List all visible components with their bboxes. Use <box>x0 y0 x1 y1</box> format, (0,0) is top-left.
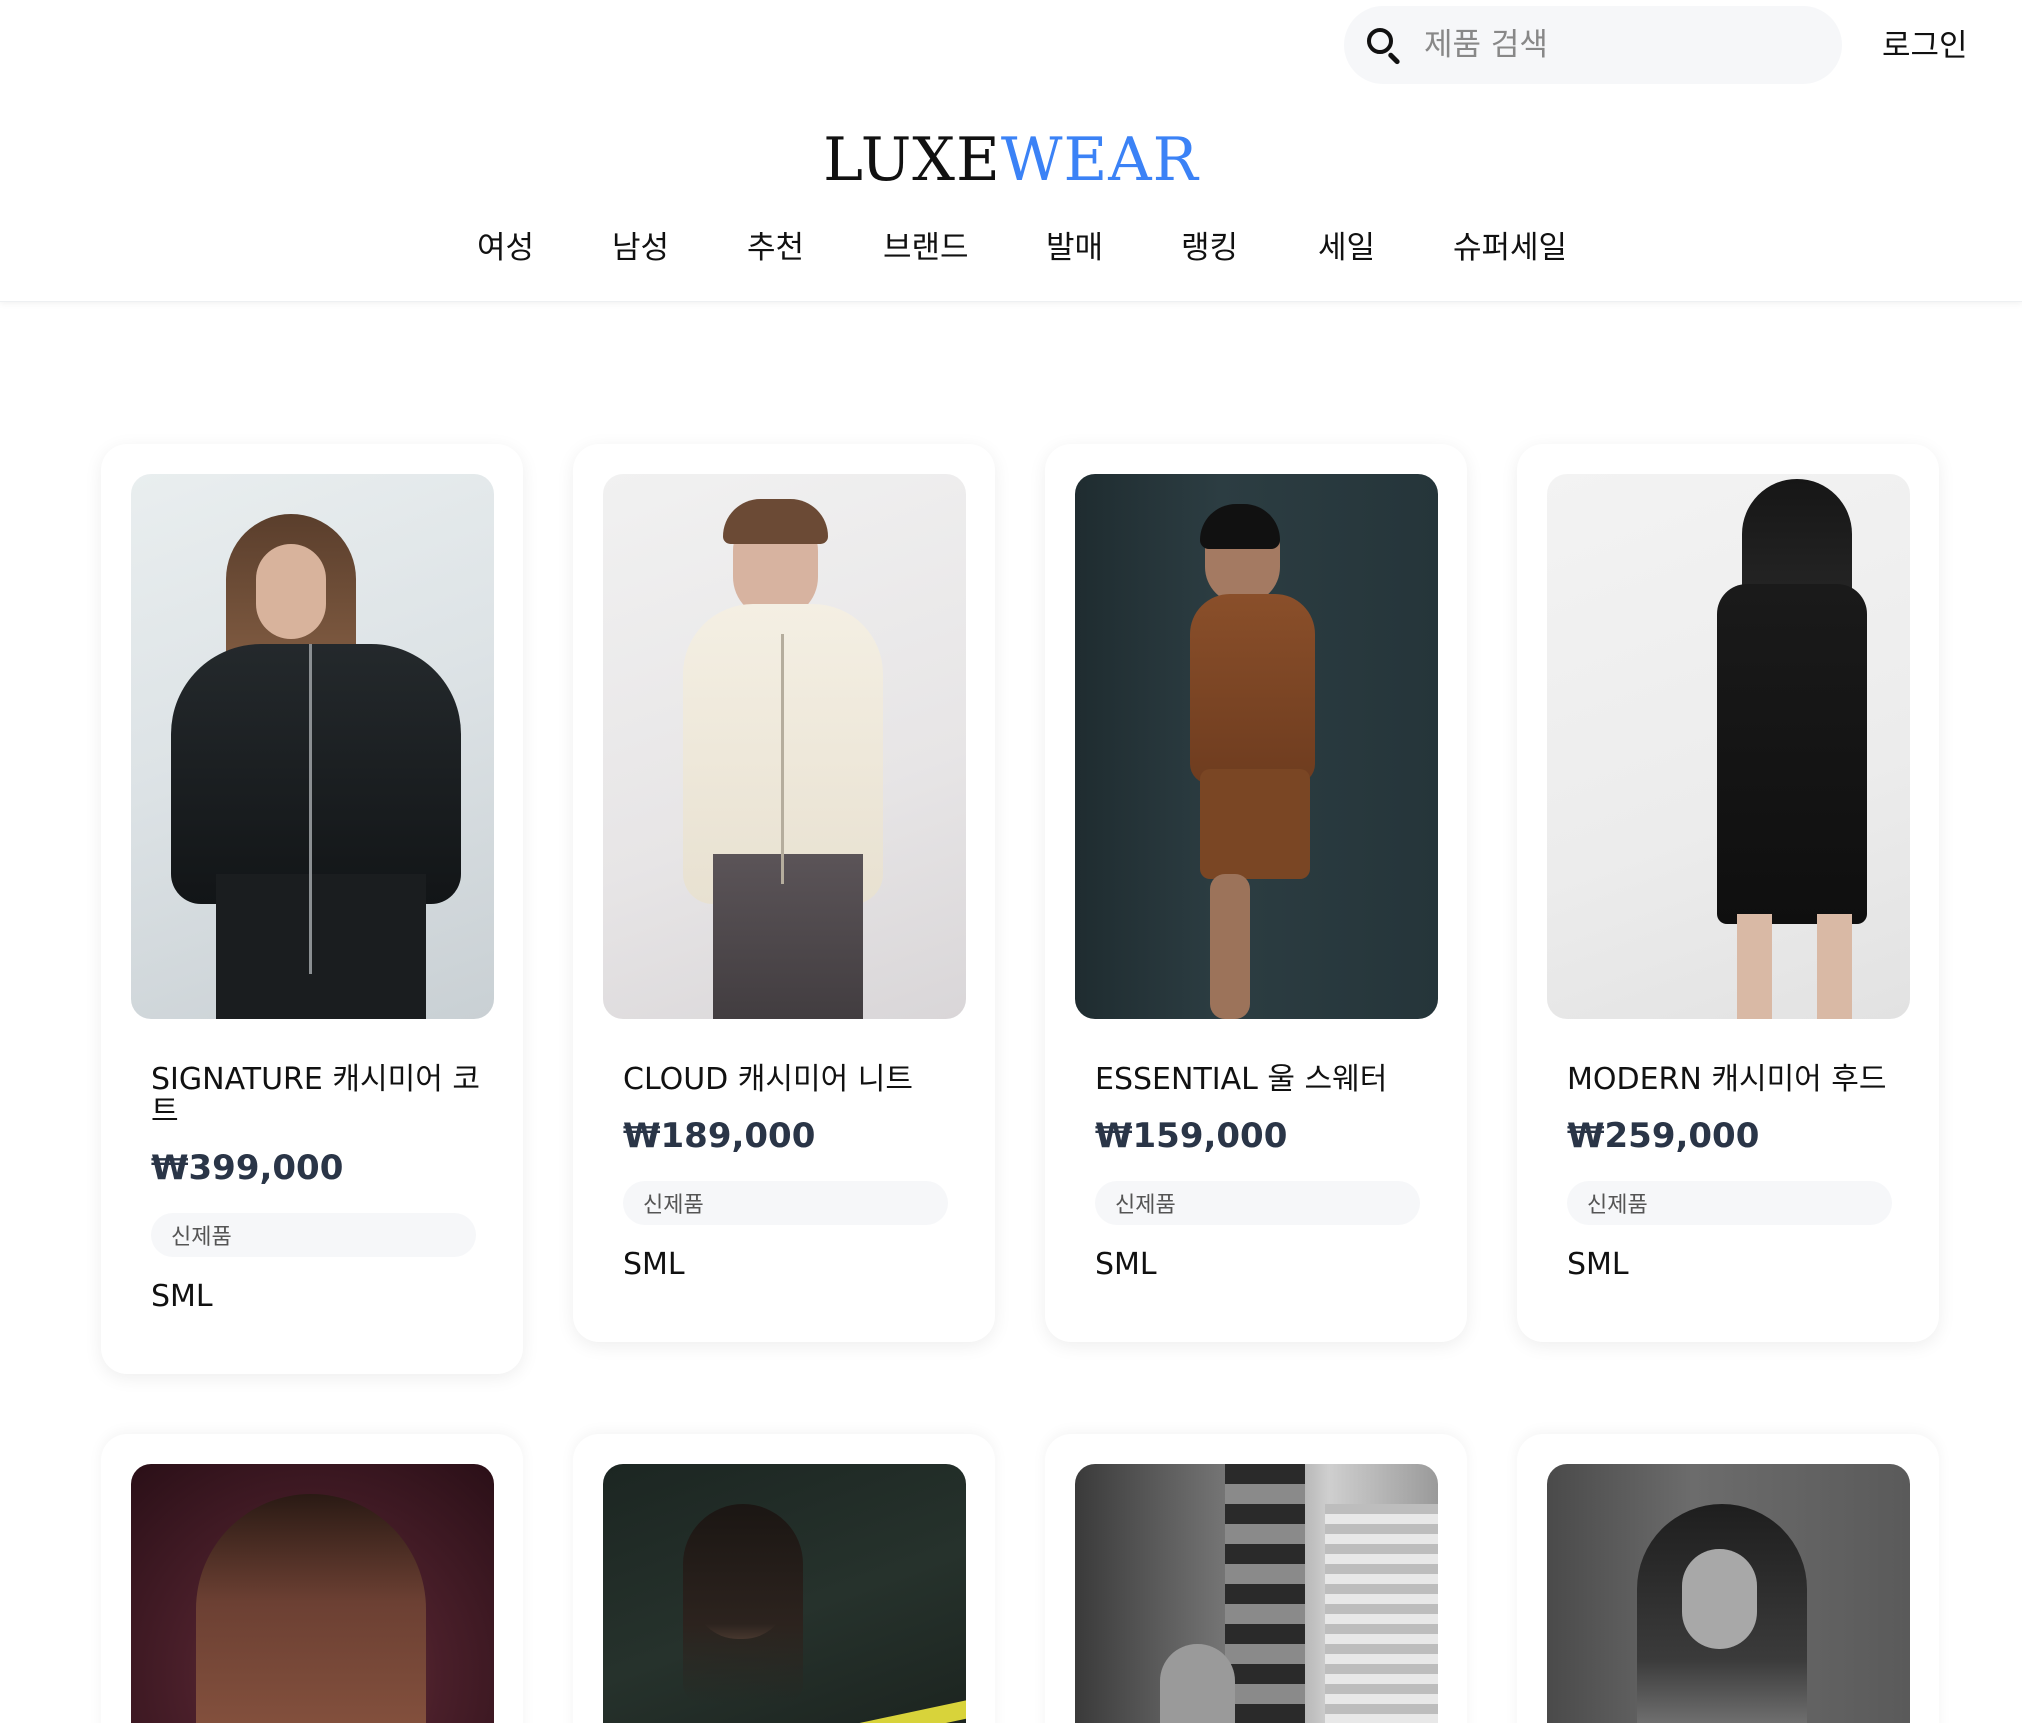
product-card[interactable] <box>1517 1434 1939 1723</box>
product-image[interactable] <box>603 474 966 1019</box>
product-info: SIGNATURE 캐시미어 코트 ₩399,000 신제품 SML <box>151 1064 481 1314</box>
product-image[interactable] <box>1547 1464 1910 1723</box>
product-card[interactable] <box>1045 1434 1467 1723</box>
product-image[interactable] <box>131 474 494 1019</box>
product-sizes: SML <box>1095 1247 1157 1282</box>
product-card[interactable] <box>573 1434 995 1723</box>
product-name: SIGNATURE 캐시미어 코트 <box>151 1062 480 1129</box>
product-sizes: SML <box>1567 1247 1629 1282</box>
product-sizes: SML <box>623 1247 685 1282</box>
product-card[interactable]: MODERN 캐시미어 후드 ₩259,000 신제품 SML <box>1517 444 1939 1342</box>
product-price: ₩399,000 <box>151 1148 344 1188</box>
product-info: MODERN 캐시미어 후드 ₩259,000 신제품 SML <box>1567 1064 1897 1282</box>
new-badge: 신제품 <box>1567 1181 1892 1225</box>
new-badge: 신제품 <box>1095 1181 1420 1225</box>
product-info: ESSENTIAL 울 스웨터 ₩159,000 신제품 SML <box>1095 1064 1425 1282</box>
product-name: MODERN 캐시미어 후드 <box>1567 1062 1887 1097</box>
product-price: ₩259,000 <box>1567 1116 1760 1156</box>
new-badge: 신제품 <box>151 1213 476 1257</box>
product-name: ESSENTIAL 울 스웨터 <box>1095 1062 1388 1097</box>
product-info: CLOUD 캐시미어 니트 ₩189,000 신제품 SML <box>623 1064 953 1282</box>
product-image[interactable] <box>603 1464 966 1723</box>
product-image[interactable] <box>1075 1464 1438 1723</box>
product-grid: SIGNATURE 캐시미어 코트 ₩399,000 신제품 SML CLOUD… <box>0 0 2022 1723</box>
product-name: CLOUD 캐시미어 니트 <box>623 1062 913 1097</box>
product-price: ₩189,000 <box>623 1116 816 1156</box>
new-badge: 신제품 <box>623 1181 948 1225</box>
product-price: ₩159,000 <box>1095 1116 1288 1156</box>
product-image[interactable] <box>131 1464 494 1723</box>
product-card[interactable]: SIGNATURE 캐시미어 코트 ₩399,000 신제품 SML <box>101 444 523 1374</box>
product-image[interactable] <box>1075 474 1438 1019</box>
product-card[interactable]: ESSENTIAL 울 스웨터 ₩159,000 신제품 SML <box>1045 444 1467 1342</box>
product-card[interactable] <box>101 1434 523 1723</box>
product-image[interactable] <box>1547 474 1910 1019</box>
product-card[interactable]: CLOUD 캐시미어 니트 ₩189,000 신제품 SML <box>573 444 995 1342</box>
product-sizes: SML <box>151 1279 213 1314</box>
